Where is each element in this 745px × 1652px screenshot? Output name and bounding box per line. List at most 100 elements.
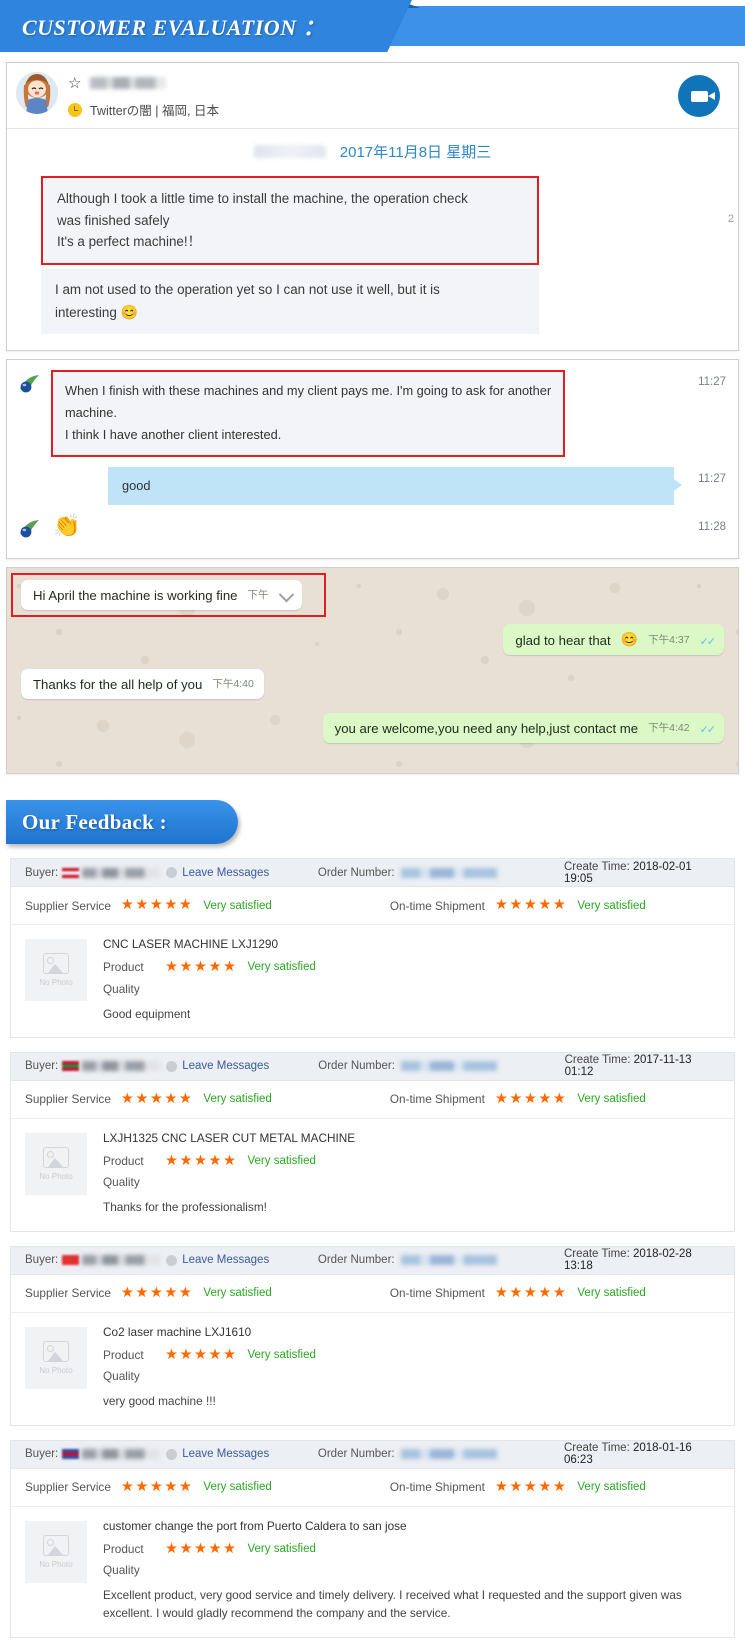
feedback-title: Our Feedback : bbox=[22, 809, 167, 834]
supplier-service-label: Supplier Service bbox=[25, 1286, 111, 1301]
star-icon[interactable]: ☆ bbox=[68, 76, 81, 91]
product-name: CNC LASER MACHINE LXJ1290 bbox=[103, 937, 279, 952]
message-bubble-icon bbox=[166, 867, 178, 879]
feedback-card-header: Buyer: Leave Messages Order Number: Crea… bbox=[11, 1440, 734, 1469]
buyer-comment: Excellent product, very good service and… bbox=[103, 1588, 682, 1621]
message-timestamp: 11:28 bbox=[698, 521, 726, 534]
product-thumbnail-placeholder: No Photo bbox=[25, 939, 87, 1002]
video-call-button[interactable] bbox=[678, 75, 720, 117]
on-time-shipment-label: On-time Shipment bbox=[389, 1480, 485, 1494]
product-thumbnail-placeholder: No Photo bbox=[25, 1520, 87, 1583]
feedback-ratings-row: Supplier Service ★★★★★ Very satisfied On… bbox=[11, 1469, 734, 1507]
feedback-card: Buyer: Leave Messages Order Number: Crea… bbox=[10, 1051, 735, 1232]
product-rating-row: Product ★★★★★ Very satisfied bbox=[103, 960, 720, 975]
trade-message-row-emoji: 👏 11:28 bbox=[7, 515, 738, 552]
buyer-name-redacted bbox=[82, 1061, 161, 1072]
no-photo-label: No Photo bbox=[39, 1559, 73, 1569]
buyer-info: Buyer: Leave Messages bbox=[25, 1448, 318, 1460]
product-label: Product bbox=[103, 1347, 144, 1362]
chat-date: 2017年11月8日 星期三 bbox=[339, 144, 492, 161]
star-rating-icon: ★★★★★ bbox=[494, 1284, 568, 1301]
message-line: interesting bbox=[55, 304, 117, 320]
page-title: CUSTOMER EVALUATION ： bbox=[22, 15, 326, 40]
on-time-shipment-rating: On-time Shipment ★★★★★ Very satisfied bbox=[390, 1286, 646, 1301]
product-detail: CNC LASER MACHINE LXJ1290 Product ★★★★★ … bbox=[103, 937, 720, 1023]
quality-label: Quality bbox=[103, 981, 140, 996]
on-time-shipment-value: Very satisfied bbox=[577, 1481, 646, 1493]
read-receipt-icon: ✓✓ bbox=[699, 724, 717, 737]
country-flag-icon bbox=[62, 1255, 80, 1266]
leave-messages-link[interactable]: Leave Messages bbox=[182, 867, 269, 879]
supplier-service-value: Very satisfied bbox=[203, 1093, 272, 1106]
feedback-card: Buyer: Leave Messages Order Number: Crea… bbox=[10, 858, 735, 1038]
feedback-card-header: Buyer: Leave Messages Order Number: Crea… bbox=[11, 1246, 734, 1275]
on-time-shipment-label: On-time Shipment bbox=[389, 1286, 485, 1301]
whatsapp-row-incoming: Hi April the machine is working fine 下午 bbox=[11, 573, 724, 618]
buyer-info: Buyer: Leave Messages bbox=[25, 1254, 318, 1266]
country-flag-icon bbox=[62, 867, 80, 878]
message-line: It's a perfect machine!！ bbox=[57, 234, 201, 250]
alibaba-logo-icon bbox=[20, 374, 39, 392]
cartoon-girl-avatar-icon bbox=[16, 72, 58, 114]
message-list: Although I took a little time to install… bbox=[41, 176, 539, 334]
customer-evaluation-page: CUSTOMER EVALUATION ： ☆ Twitterの闇 | 福岡, … bbox=[0, 0, 745, 1638]
order-number-label: Order Number: bbox=[317, 866, 395, 879]
video-camera-icon bbox=[690, 90, 715, 102]
no-photo-icon bbox=[43, 1340, 69, 1362]
avatar bbox=[16, 72, 58, 114]
order-number-redacted bbox=[400, 867, 497, 878]
message-line: When I finish with these machines and my… bbox=[65, 382, 552, 398]
country-flag-icon bbox=[62, 1061, 80, 1072]
order-number-label: Order Number: bbox=[318, 1060, 395, 1073]
on-time-shipment-label: On-time Shipment bbox=[389, 1092, 485, 1107]
whatsapp-bubble-highlighted: Hi April the machine is working fine 下午 bbox=[21, 580, 302, 611]
on-time-shipment-value: Very satisfied bbox=[577, 1093, 646, 1106]
social-chat-body: 2017年11月8日 星期三 Although I took a little … bbox=[7, 129, 738, 350]
leave-messages-link[interactable]: Leave Messages bbox=[182, 1448, 269, 1460]
order-info: Order Number: bbox=[318, 1254, 564, 1266]
leave-messages-link[interactable]: Leave Messages bbox=[182, 1254, 269, 1266]
create-time-info: Create Time: 2018-02-01 19:05 bbox=[564, 861, 720, 885]
product-detail: Co2 laser machine LXJ1610 Product ★★★★★ … bbox=[103, 1325, 720, 1411]
product-rating-value: Very satisfied bbox=[247, 1348, 316, 1361]
star-rating-icon: ★★★★★ bbox=[165, 1540, 238, 1557]
trade-message-bubble-highlighted: When I finish with these machines and my… bbox=[51, 369, 566, 457]
read-receipt-icon: ✓✓ bbox=[699, 636, 717, 649]
product-rating-row: Product ★★★★★ Very satisfied bbox=[103, 1540, 720, 1557]
message-bubble-icon bbox=[166, 1060, 178, 1072]
feedback-card-header: Buyer: Leave Messages Order Number: Crea… bbox=[11, 1052, 734, 1081]
message-timestamp: 11:27 bbox=[698, 375, 726, 388]
supplier-service-label: Supplier Service bbox=[25, 898, 111, 913]
order-info: Order Number: bbox=[318, 1448, 564, 1460]
product-label: Product bbox=[103, 1154, 144, 1169]
message-line: Although I took a little time to install… bbox=[57, 191, 468, 206]
feedback-card-body: No Photo Co2 laser machine LXJ1610 Produ… bbox=[11, 1313, 734, 1425]
on-time-shipment-rating: On-time Shipment ★★★★★ Very satisfied bbox=[390, 1480, 646, 1495]
buyer-comment: Thanks for the professionalism! bbox=[103, 1200, 267, 1215]
trade-manager-panel: When I finish with these machines and my… bbox=[6, 358, 739, 560]
buyer-label: Buyer: bbox=[25, 866, 59, 879]
feedback-ratings-row: Supplier Service ★★★★★ Very satisfied On… bbox=[11, 887, 734, 926]
feedback-banner-shape: Our Feedback : bbox=[6, 800, 238, 845]
whatsapp-row-outgoing: you are welcome,you need any help,just c… bbox=[21, 713, 724, 744]
feedback-card: Buyer: Leave Messages Order Number: Crea… bbox=[10, 1439, 735, 1638]
whatsapp-bubble: you are welcome,you need any help,just c… bbox=[322, 713, 724, 744]
message-timestamp: 11:27 bbox=[698, 472, 726, 485]
create-time-info: Create Time: 2018-01-16 06:23 bbox=[564, 1442, 720, 1466]
product-rating-value: Very satisfied bbox=[247, 961, 316, 974]
order-number-label: Order Number: bbox=[317, 1448, 395, 1460]
create-time-label: Create Time: bbox=[563, 860, 630, 873]
whatsapp-bubble: Thanks for the all help of you 下午4:40 bbox=[21, 669, 264, 700]
message-line: I think I have another client interested… bbox=[65, 427, 282, 443]
star-rating-icon: ★★★★★ bbox=[120, 1478, 194, 1495]
whatsapp-row-outgoing: glad to hear that 😊 下午4:37 ✓✓ bbox=[21, 624, 724, 656]
no-photo-icon bbox=[43, 953, 69, 975]
star-rating-icon: ★★★★★ bbox=[494, 1091, 568, 1108]
chevron-down-icon[interactable] bbox=[278, 587, 294, 603]
order-number-redacted bbox=[400, 1255, 497, 1266]
our-feedback-banner: Our Feedback : bbox=[6, 800, 745, 845]
message-bubble-icon bbox=[166, 1448, 178, 1460]
country-flag-icon bbox=[62, 1449, 80, 1459]
leave-messages-link[interactable]: Leave Messages bbox=[182, 1060, 269, 1072]
supplier-service-label: Supplier Service bbox=[25, 1092, 111, 1107]
